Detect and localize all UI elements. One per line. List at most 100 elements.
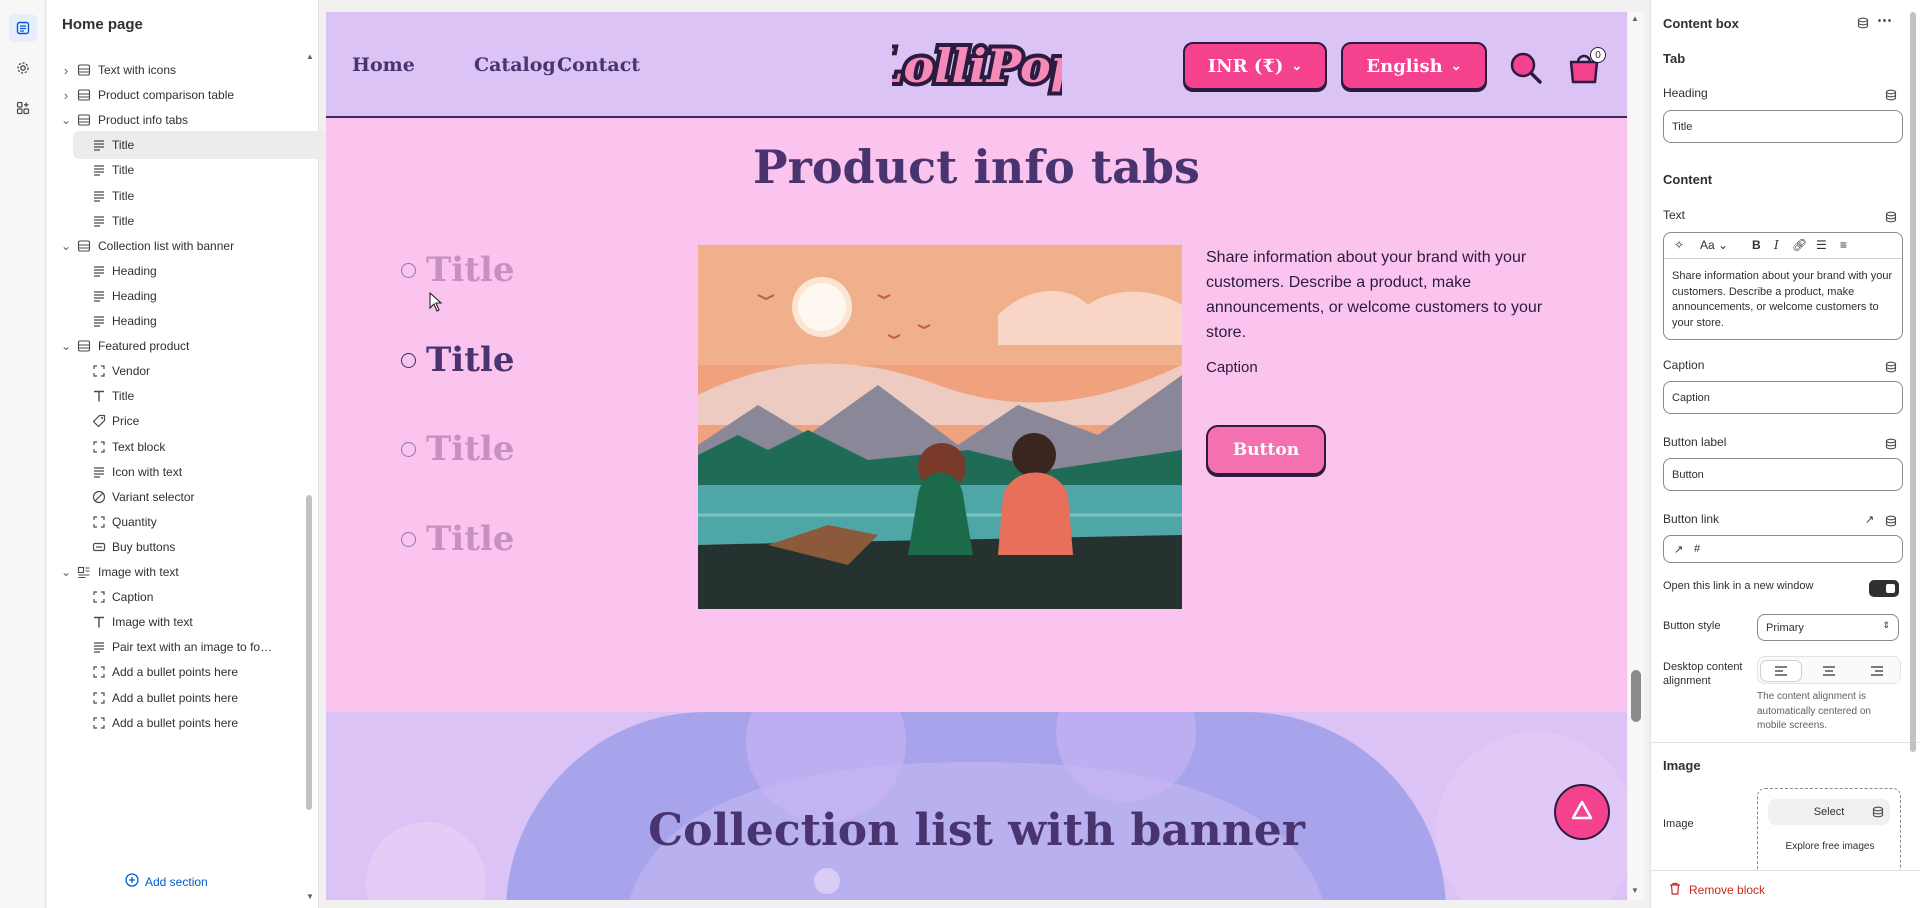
panel-title: Content box	[1663, 16, 1739, 31]
tree-block-item[interactable]: Add a bullet points here	[47, 684, 303, 712]
image-text-icon	[77, 565, 91, 579]
tree-block-item[interactable]: Add a bullet points here	[47, 709, 303, 737]
tree-block-item[interactable]: Title	[47, 207, 303, 235]
preview-scrollbar[interactable]	[1628, 12, 1644, 900]
chevron-down-icon[interactable]: ⌄	[61, 239, 71, 253]
tree-section-item[interactable]: ⌄ Image with text	[47, 558, 303, 586]
tree-block-item[interactable]: Quantity	[47, 508, 303, 536]
dynamic-source-icon[interactable]	[1885, 437, 1897, 450]
font-size-label: Aa	[1700, 238, 1715, 252]
buy-button-icon	[92, 540, 106, 554]
apps-icon[interactable]	[9, 94, 37, 122]
select-arrows-icon: ⇕	[1882, 620, 1890, 630]
more-options-icon[interactable]: ⋯	[1877, 11, 1892, 29]
tree-block-item[interactable]: Title	[73, 131, 338, 160]
tree-block-item[interactable]: Icon with text	[47, 458, 303, 486]
scroll-down-arrow-icon[interactable]: ▼	[1631, 886, 1639, 895]
dynamic-source-icon[interactable]	[1872, 805, 1884, 823]
tree-block-item[interactable]: Text block	[47, 433, 303, 461]
store-logo[interactable]: LolliPop LolliPop	[865, 26, 1087, 106]
external-link-icon[interactable]: ↗	[1865, 513, 1874, 526]
product-tab[interactable]: Title	[401, 429, 514, 469]
chevron-down-icon[interactable]: ⌄	[61, 113, 71, 127]
rich-text-editor[interactable]: ✧ Aa ⌄ B I 🔗︎ ☰ ≡ Share information abou…	[1663, 232, 1903, 340]
frame-icon	[92, 590, 106, 604]
tree-section-item[interactable]: › Text with icons	[47, 56, 303, 84]
numbered-list-icon[interactable]: ≡	[1840, 238, 1847, 252]
tree-block-item[interactable]: Buy buttons	[47, 533, 303, 561]
align-right-icon[interactable]	[1857, 661, 1897, 681]
text-block-icon	[92, 138, 106, 152]
magic-wand-icon[interactable]: ✧	[1674, 238, 1684, 252]
dynamic-source-icon[interactable]	[1885, 360, 1897, 373]
database-icon[interactable]	[1857, 16, 1869, 34]
sidebar-scrollbar[interactable]	[306, 495, 312, 810]
sections-icon[interactable]	[9, 14, 37, 42]
tree-block-item[interactable]: Title	[47, 382, 303, 410]
dynamic-source-icon[interactable]	[1885, 88, 1897, 101]
tab-label: Title	[426, 250, 515, 290]
bulleted-list-icon[interactable]: ☰	[1816, 238, 1827, 252]
scroll-up-arrow-icon[interactable]: ▲	[306, 52, 314, 61]
tab-content-button[interactable]: Button	[1206, 425, 1326, 475]
tree-block-item[interactable]: Pair text with an image to focus ...	[47, 633, 303, 661]
tree-block-item[interactable]: Caption	[47, 583, 303, 611]
tree-block-item[interactable]: Vendor	[47, 357, 303, 385]
rich-text-content[interactable]: Share information about your brand with …	[1672, 269, 1898, 331]
tree-block-item[interactable]: Price	[47, 407, 303, 435]
tree-block-item[interactable]: Heading	[47, 257, 303, 285]
link-icon[interactable]: 🔗︎	[1792, 238, 1807, 252]
button-link-field[interactable]: ↗ #	[1663, 535, 1903, 563]
tree-block-item[interactable]: Image with text	[47, 608, 303, 636]
product-tab[interactable]: Title	[401, 250, 514, 290]
tree-section-item[interactable]: › Product comparison table	[47, 81, 303, 109]
nav-home[interactable]: Home	[352, 54, 415, 76]
chevron-down-icon[interactable]: ⌄	[61, 565, 71, 579]
tree-block-item[interactable]: Title	[47, 156, 303, 184]
tree-section-item[interactable]: ⌄ Featured product	[47, 332, 303, 360]
chevron-right-icon[interactable]: ›	[61, 88, 71, 103]
button-label-field[interactable]: Button	[1663, 458, 1903, 491]
chevron-down-icon[interactable]: ⌄	[61, 339, 71, 353]
tree-item-label: Caption	[112, 590, 154, 605]
tree-block-item[interactable]: Variant selector	[47, 483, 303, 511]
font-size-dropdown[interactable]: Aa ⌄	[1700, 238, 1728, 252]
tree-item-label: Featured product	[98, 339, 190, 354]
settings-gear-icon[interactable]	[9, 54, 37, 82]
image-section-heading: Image	[1663, 758, 1701, 773]
chevron-right-icon[interactable]: ›	[61, 63, 71, 78]
tree-section-item[interactable]: ⌄ Collection list with banner	[47, 232, 303, 260]
preview-scroll-thumb[interactable]	[1631, 670, 1641, 722]
scroll-down-arrow-icon[interactable]: ▼	[306, 892, 314, 901]
tree-block-item[interactable]: Title	[47, 182, 303, 210]
tree-block-item[interactable]: Heading	[47, 307, 303, 335]
new-window-toggle[interactable]	[1869, 580, 1899, 597]
currency-selector[interactable]: INR (₹) ⌄	[1183, 42, 1327, 90]
product-tab[interactable]: Title	[401, 340, 514, 380]
dynamic-source-icon[interactable]	[1885, 210, 1897, 223]
search-icon[interactable]	[1506, 48, 1546, 88]
caption-field[interactable]: Caption	[1663, 381, 1903, 414]
language-selector[interactable]: English ⌄	[1341, 42, 1487, 90]
align-left-icon[interactable]	[1761, 661, 1801, 681]
nav-contact[interactable]: Contact	[557, 54, 640, 76]
inspector-scrollbar[interactable]	[1910, 12, 1916, 752]
button-style-select[interactable]: Primary ⇕	[1757, 614, 1899, 641]
align-center-icon[interactable]	[1809, 661, 1849, 681]
italic-icon[interactable]: I	[1774, 238, 1779, 252]
bold-icon[interactable]: B	[1752, 238, 1761, 252]
product-tab[interactable]: Title	[401, 519, 514, 559]
remove-block-button[interactable]: Remove block	[1651, 870, 1920, 908]
tree-block-item[interactable]: Add a bullet points here	[47, 658, 303, 686]
tab-radio-icon	[401, 262, 416, 278]
logo-text: LolliPop	[892, 39, 1062, 93]
frame-icon	[92, 515, 106, 529]
explore-free-images-link[interactable]: Explore free images	[1758, 841, 1902, 852]
heading-field[interactable]: Title	[1663, 110, 1903, 143]
tree-section-item[interactable]: ⌄ Product info tabs	[47, 106, 303, 134]
tree-block-item[interactable]: Heading	[47, 282, 303, 310]
scroll-up-arrow-icon[interactable]: ▲	[1631, 14, 1639, 23]
dynamic-source-icon[interactable]	[1885, 514, 1897, 527]
scroll-to-top-button[interactable]	[1554, 784, 1610, 840]
add-section-button[interactable]: Add section	[125, 873, 208, 890]
